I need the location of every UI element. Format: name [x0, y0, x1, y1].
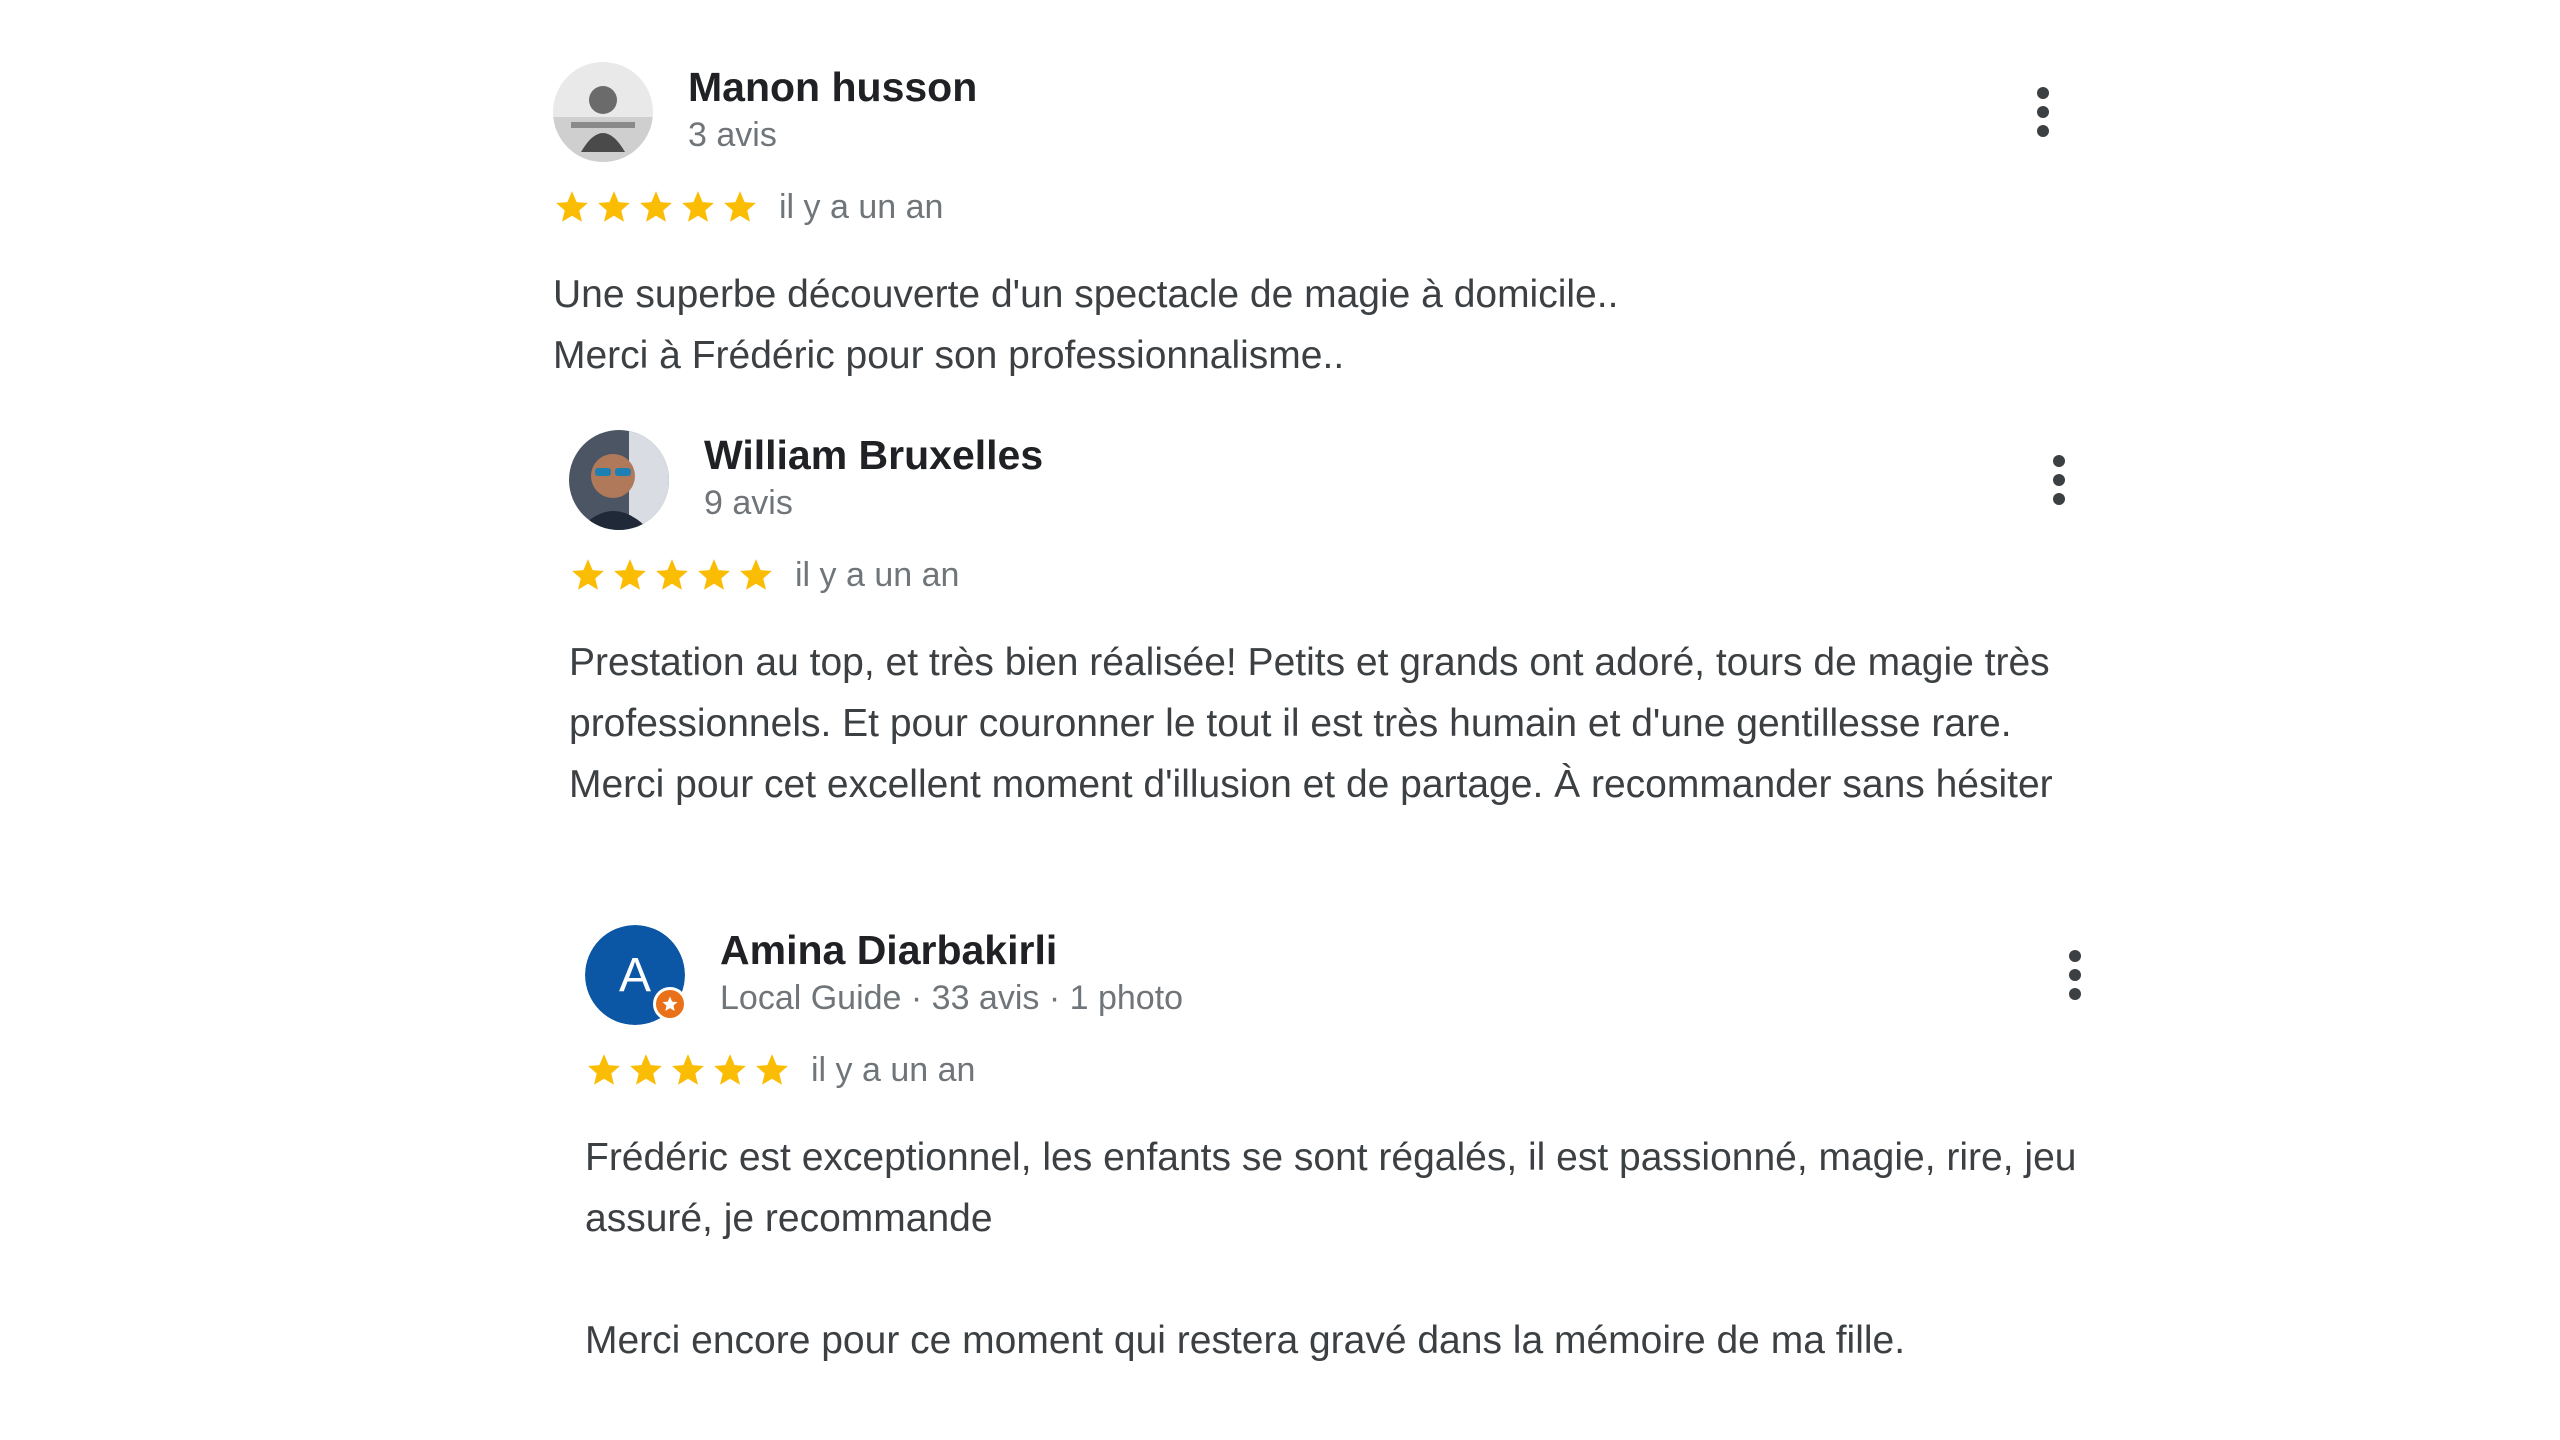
- review-date: il y a un an: [811, 1050, 976, 1089]
- star-icon: [682, 191, 714, 222]
- review-date: il y a un an: [779, 187, 944, 226]
- author-name[interactable]: Amina Diarbakirli: [720, 925, 1183, 975]
- author-meta: Local Guide · 33 avis · 1 photo: [720, 979, 1184, 1017]
- star-icon: [640, 191, 672, 222]
- more-vert-icon: [2053, 455, 2065, 505]
- avatar[interactable]: A: [585, 925, 687, 1025]
- local-guide-badge-icon: [653, 987, 687, 1021]
- avatar[interactable]: [553, 62, 653, 162]
- star-rating: [553, 188, 759, 226]
- author-meta: 9 avis: [704, 484, 793, 522]
- star-rating: [569, 556, 775, 594]
- reviews-page: Manon husson 3 avis il y a un an Une sup…: [0, 0, 2560, 1440]
- author-meta: 3 avis: [688, 116, 777, 154]
- review-text: Frédéric est exceptionnel, les enfants s…: [585, 1136, 2077, 1362]
- star-icon: [588, 1054, 620, 1085]
- svg-text:A: A: [619, 949, 651, 1002]
- rating-row: il y a un an: [585, 1045, 2105, 1095]
- review-header: A Amina Diarbakirli Local Guide · 33 avi…: [585, 925, 2105, 1025]
- star-icon: [740, 559, 772, 590]
- star-rating: [585, 1051, 791, 1089]
- review-card: Manon husson 3 avis il y a un an Une sup…: [553, 62, 2073, 386]
- star-icon: [614, 559, 646, 590]
- more-options-button[interactable]: [2045, 945, 2105, 1005]
- author-name[interactable]: William Bruxelles: [704, 430, 1043, 480]
- review-card: A Amina Diarbakirli Local Guide · 33 avi…: [585, 925, 2105, 1371]
- review-card: William Bruxelles 9 avis il y a un an Pr…: [569, 430, 2089, 815]
- review-header: William Bruxelles 9 avis: [569, 430, 2089, 530]
- review-text: Une superbe découverte d'un spectacle de…: [553, 273, 1619, 377]
- author-name[interactable]: Manon husson: [688, 62, 977, 112]
- star-icon: [556, 191, 588, 222]
- star-icon: [714, 1054, 746, 1085]
- rating-row: il y a un an: [553, 182, 2073, 232]
- more-options-button[interactable]: [2013, 82, 2073, 142]
- star-icon: [698, 559, 730, 590]
- review-header: Manon husson 3 avis: [553, 62, 2073, 162]
- star-icon: [656, 559, 688, 590]
- star-icon: [672, 1054, 704, 1085]
- author-info: Amina Diarbakirli Local Guide · 33 avis …: [720, 925, 1183, 1021]
- author-info: William Bruxelles 9 avis: [704, 430, 1043, 526]
- review-date: il y a un an: [795, 555, 960, 594]
- review-text: Prestation au top, et très bien réalisée…: [569, 641, 2053, 806]
- star-icon: [572, 559, 604, 590]
- star-icon: [598, 191, 630, 222]
- more-options-button[interactable]: [2029, 450, 2089, 510]
- more-vert-icon: [2037, 87, 2049, 137]
- avatar[interactable]: [569, 430, 669, 530]
- star-icon: [724, 191, 756, 222]
- rating-row: il y a un an: [569, 550, 2089, 600]
- star-icon: [630, 1054, 662, 1085]
- author-info: Manon husson 3 avis: [688, 62, 977, 158]
- more-vert-icon: [2069, 950, 2081, 1000]
- star-icon: [756, 1054, 788, 1085]
